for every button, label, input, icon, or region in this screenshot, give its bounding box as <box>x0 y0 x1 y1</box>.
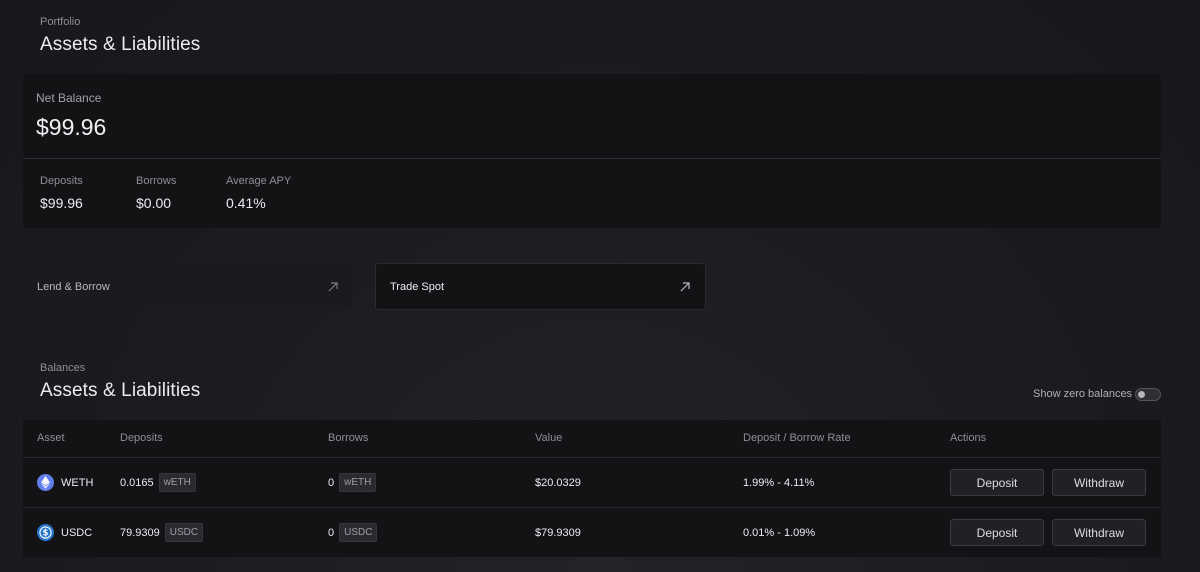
column-header-deposits: Deposits <box>120 432 163 444</box>
asset-symbol: USDC <box>61 526 93 539</box>
net-balance-section: Net Balance $99.96 <box>23 74 1161 159</box>
borrows-cell: 0 wETH <box>328 458 377 507</box>
net-balance-label: Net Balance <box>36 91 102 105</box>
page-title: Assets & Liabilities <box>40 34 201 55</box>
stat-average-apy: Average APY 0.41% <box>226 175 291 211</box>
value-cell: $79.9309 <box>535 526 581 539</box>
stat-label: Average APY <box>226 175 292 187</box>
deposits-cell: 0.0165 wETH <box>120 458 196 507</box>
net-balance-value: $99.96 <box>36 114 107 140</box>
svg-text:$: $ <box>43 529 49 539</box>
borrows-amount: 0 <box>328 526 335 539</box>
withdraw-button[interactable]: Withdraw <box>1052 519 1146 546</box>
arrow-up-right-icon <box>327 281 339 293</box>
stat-value: 0.41% <box>226 195 266 211</box>
column-header-value: Value <box>535 432 563 444</box>
deposits-cell: 79.9309 USDC <box>120 508 204 557</box>
value-cell: $20.0329 <box>535 476 581 489</box>
column-header-borrows: Borrows <box>328 432 369 444</box>
asset-cell: WETH <box>37 458 93 507</box>
rate-cell: 1.99% - 4.11% <box>743 476 815 489</box>
borrows-amount: 0 <box>328 476 335 489</box>
table-header: Asset Deposits Borrows Value Deposit / B… <box>23 420 1161 457</box>
deposit-button[interactable]: Deposit <box>950 519 1044 546</box>
net-balance-card: Net Balance $99.96 Deposits $99.96 Borro… <box>23 74 1161 228</box>
column-header-actions: Actions <box>950 432 987 444</box>
column-header-rate: Deposit / Borrow Rate <box>743 432 851 444</box>
stat-deposits: Deposits $99.96 <box>40 175 83 211</box>
column-header-asset: Asset <box>37 432 65 444</box>
stat-label: Borrows <box>136 175 177 187</box>
toggle-knob <box>1138 391 1145 398</box>
usdc-icon: $ <box>37 524 54 541</box>
deposits-amount: 79.9309 <box>120 526 160 539</box>
borrows-unit-badge: wETH <box>339 473 377 492</box>
table-row: $ USDC 79.9309 USDC 0 USDC $79.9309 0.01… <box>23 507 1161 557</box>
borrows-cell: 0 USDC <box>328 508 378 557</box>
ethereum-icon <box>37 474 54 491</box>
deposits-amount: 0.0165 <box>120 476 154 489</box>
withdraw-button[interactable]: Withdraw <box>1052 469 1146 496</box>
rate-cell: 0.01% - 1.09% <box>743 526 816 539</box>
asset-cell: $ USDC <box>37 508 92 557</box>
show-zero-balances-label: Show zero balances <box>1033 388 1133 400</box>
trade-spot-link[interactable]: Trade Spot <box>375 263 706 310</box>
page-eyebrow: Portfolio <box>40 16 81 28</box>
lend-borrow-label: Lend & Borrow <box>37 280 110 293</box>
asset-symbol: WETH <box>61 476 94 489</box>
borrows-unit-badge: USDC <box>339 523 378 542</box>
table-row: WETH 0.0165 wETH 0 wETH $20.0329 1.99% -… <box>23 457 1161 507</box>
balances-eyebrow: Balances <box>40 362 86 374</box>
stat-value: $0.00 <box>136 195 172 211</box>
deposits-unit-badge: wETH <box>158 473 196 492</box>
stat-label: Deposits <box>40 175 83 187</box>
stat-value: $99.96 <box>40 195 83 211</box>
trade-spot-label: Trade Spot <box>390 280 445 293</box>
deposit-button[interactable]: Deposit <box>950 469 1044 496</box>
lend-borrow-link[interactable]: Lend & Borrow <box>23 263 353 310</box>
show-zero-balances-toggle[interactable] <box>1135 388 1161 401</box>
balances-title: Assets & Liabilities <box>40 380 201 401</box>
deposits-unit-badge: USDC <box>164 523 204 542</box>
stat-borrows: Borrows $0.00 <box>136 175 176 211</box>
balances-table: Asset Deposits Borrows Value Deposit / B… <box>23 420 1161 557</box>
arrow-up-right-icon <box>679 281 691 293</box>
